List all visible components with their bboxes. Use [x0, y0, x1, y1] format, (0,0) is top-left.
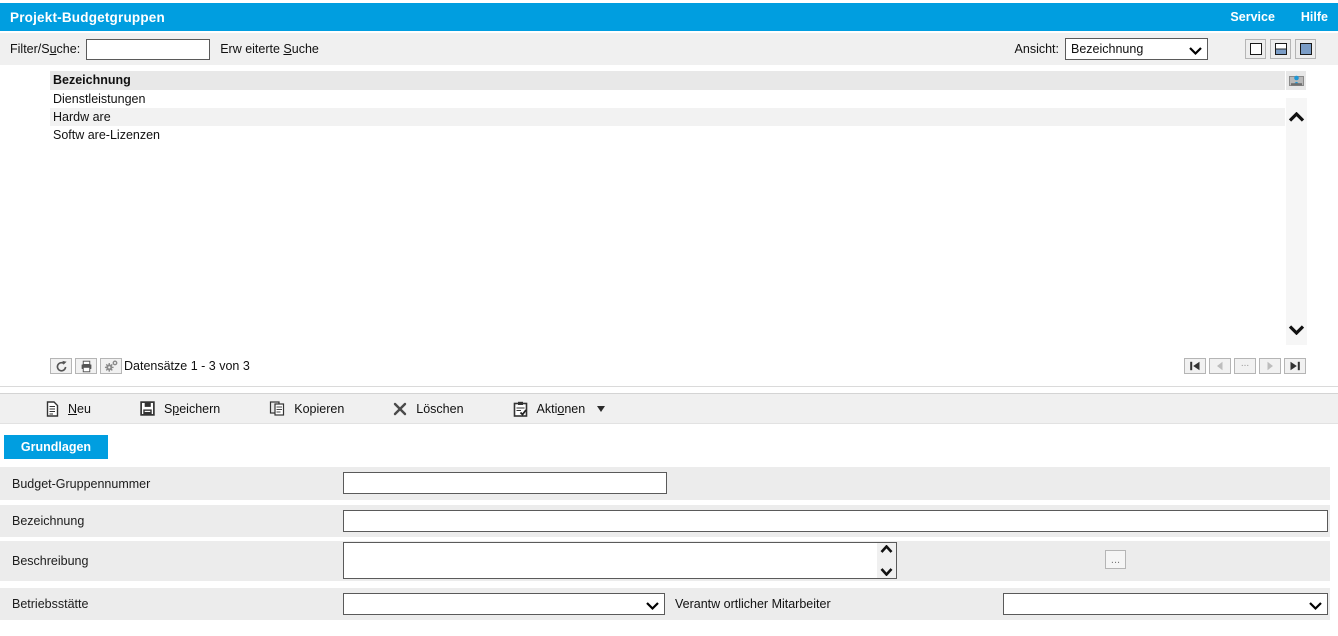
delete-button[interactable]: Löschen: [393, 401, 464, 416]
advanced-search-link[interactable]: Erw eiterte Suche: [220, 42, 319, 56]
scroll-up-icon[interactable]: [880, 545, 893, 554]
chevron-down-icon: [645, 600, 660, 614]
table-scrollbar[interactable]: [1286, 98, 1307, 345]
last-page-icon: [1290, 361, 1300, 371]
budget-gruppennummer-label: Budget-Gruppennummer: [12, 476, 151, 491]
action-toolbar: Neu Speichern Kopieren Löschen Aktionen: [0, 393, 1338, 424]
scroll-up-icon[interactable]: [1288, 112, 1305, 123]
table-column-header[interactable]: Bezeichnung: [50, 71, 1285, 90]
save-button-label: Speichern: [163, 401, 221, 416]
section-divider: [0, 386, 1338, 387]
form-view-icon: [1299, 43, 1312, 55]
copy-icon: [270, 401, 285, 416]
menu-service[interactable]: Service: [1230, 10, 1274, 24]
beschreibung-textarea[interactable]: [343, 542, 897, 579]
first-page-button[interactable]: [1184, 358, 1206, 374]
split-view-button[interactable]: [1270, 39, 1291, 59]
gears-icon: [104, 360, 118, 372]
refresh-button[interactable]: [50, 358, 72, 374]
table-row[interactable]: Dienstleistungen: [50, 90, 1285, 108]
bezeichnung-label: Bezeichnung: [12, 514, 85, 528]
form-row-bezeichnung: Bezeichnung: [0, 505, 1330, 537]
print-button[interactable]: [75, 358, 97, 374]
settings-button[interactable]: [100, 358, 122, 374]
copy-button[interactable]: Kopieren: [269, 401, 344, 416]
scroll-down-icon[interactable]: [880, 567, 893, 576]
title-bar: Projekt-Budgetgruppen Service Hilfe: [0, 3, 1338, 31]
save-icon: [140, 401, 155, 416]
betriebsstaette-select[interactable]: [343, 593, 665, 615]
verantwortlicher-mitarbeiter-label: Verantw ortlicher Mitarbeiter: [675, 597, 831, 611]
prev-page-button[interactable]: [1209, 358, 1231, 374]
form-row-betriebsstaette: Betriebsstätte Verantw ortlicher Mitarbe…: [0, 588, 1330, 620]
new-button[interactable]: Neu: [45, 400, 91, 417]
beschreibung-label: Beschreibung: [12, 554, 89, 568]
view-select-value: Bezeichnung: [1071, 42, 1144, 56]
copy-button-label: Kopieren: [294, 401, 345, 416]
new-button-label: Neu: [68, 401, 91, 416]
table-row[interactable]: Softw are-Lizenzen: [50, 126, 1285, 144]
table-settings-button[interactable]: [1286, 71, 1306, 90]
list-status-bar: Datensätze 1 - 3 von 3 ...: [0, 358, 1338, 378]
person-icon: [1288, 75, 1304, 86]
chevron-down-icon: [1308, 600, 1323, 614]
menu-hilfe[interactable]: Hilfe: [1301, 10, 1328, 24]
budget-gruppennummer-input[interactable]: [343, 472, 667, 494]
app-window: Projekt-Budgetgruppen Service Hilfe Filt…: [0, 0, 1338, 636]
prev-page-icon: [1217, 361, 1223, 371]
bezeichnung-input[interactable]: [343, 510, 1328, 532]
view-label: Ansicht:: [1014, 42, 1059, 56]
pagination: ...: [1184, 358, 1306, 374]
textarea-scrollbar[interactable]: [877, 543, 896, 578]
filter-label: Filter/Suche:: [10, 42, 81, 56]
verantwortlicher-mitarbeiter-select[interactable]: [1003, 593, 1328, 615]
form-row-budget-gruppennummer: Budget-Gruppennummer: [0, 467, 1330, 500]
beschreibung-textarea-input[interactable]: [344, 543, 877, 578]
form-view-button[interactable]: [1295, 39, 1316, 59]
page-ellipsis-button[interactable]: ...: [1234, 358, 1256, 374]
actions-button[interactable]: Aktionen: [513, 401, 606, 417]
dropdown-arrow-icon: [597, 405, 606, 412]
scroll-down-icon[interactable]: [1288, 324, 1305, 335]
split-view-icon: [1274, 43, 1287, 55]
table-row[interactable]: Hardw are: [50, 108, 1285, 126]
chevron-down-icon: [1188, 45, 1203, 59]
last-page-button[interactable]: [1284, 358, 1306, 374]
tab-grundlagen[interactable]: Grundlagen: [4, 435, 108, 459]
actions-clipboard-icon: [513, 401, 527, 417]
titlebar-menu: Service Hilfe: [1230, 10, 1328, 24]
filter-input[interactable]: [86, 38, 211, 60]
filter-bar: Filter/Suche: Erw eiterte Suche Ansicht:…: [0, 33, 1338, 65]
next-page-icon: [1267, 361, 1273, 371]
actions-button-label: Aktionen: [536, 401, 586, 416]
delete-x-icon: [394, 402, 407, 415]
list-view-button[interactable]: [1245, 39, 1266, 59]
list-view-icon: [1249, 43, 1262, 55]
new-document-icon: [46, 400, 59, 417]
page-title: Projekt-Budgetgruppen: [10, 9, 165, 25]
betriebsstaette-label: Betriebsstätte: [12, 597, 89, 611]
printer-icon: [81, 360, 91, 372]
refresh-icon: [56, 360, 67, 372]
save-button[interactable]: Speichern: [140, 401, 220, 416]
form-row-beschreibung: Beschreibung ...: [0, 541, 1330, 581]
first-page-icon: [1190, 361, 1200, 371]
delete-button-label: Löschen: [416, 401, 464, 416]
record-count: Datensätze 1 - 3 von 3: [124, 359, 250, 373]
view-select[interactable]: Bezeichnung: [1065, 38, 1208, 60]
next-page-button[interactable]: [1259, 358, 1281, 374]
layout-toggle-group: [1245, 39, 1316, 59]
beschreibung-more-button[interactable]: ...: [1105, 550, 1126, 569]
